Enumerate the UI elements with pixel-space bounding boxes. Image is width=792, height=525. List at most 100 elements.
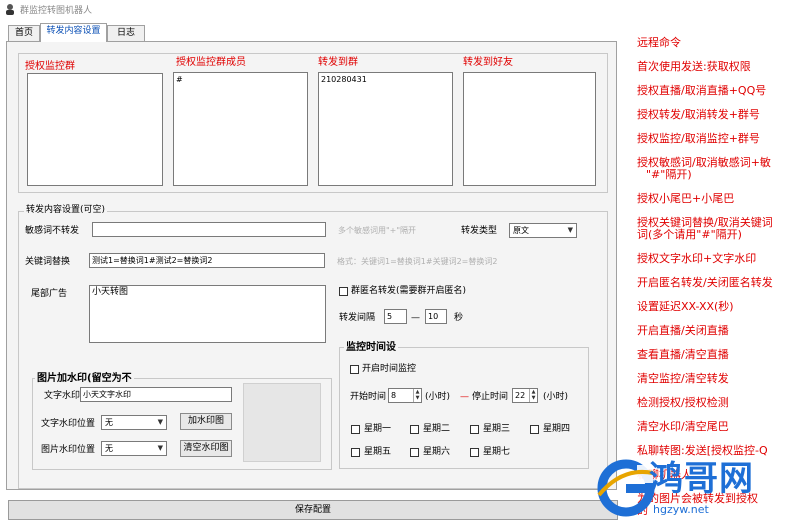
- footer-ad-textarea[interactable]: 小天转图: [89, 285, 326, 343]
- list-item[interactable]: #: [176, 74, 305, 85]
- remote-command-item: 开启匿名转发/关闭匿名转发: [637, 276, 773, 289]
- interval-dash: —: [411, 313, 420, 323]
- text-watermark-input[interactable]: 小天文字水印: [80, 387, 232, 402]
- stop-time-label: 停止时间: [472, 392, 509, 402]
- text-watermark-position-value: 无: [105, 418, 113, 427]
- remote-command-item: 首次使用发送:获取权限: [637, 60, 751, 73]
- save-config-button[interactable]: 保存配置: [8, 500, 618, 520]
- sensitive-words-hint: 多个敏感词用"+"隔开: [338, 226, 417, 235]
- image-watermark-position-label: 图片水印位置: [41, 445, 96, 455]
- day-label: 星期七: [483, 447, 511, 457]
- day-checkbox[interactable]: [351, 425, 360, 434]
- start-time-value: 8: [391, 391, 397, 400]
- tab-log[interactable]: 日志: [107, 25, 145, 41]
- day-checkbox[interactable]: [410, 448, 419, 457]
- stop-time-unit: (小时): [543, 392, 569, 402]
- image-watermark-position-select[interactable]: 无 ▼: [101, 441, 167, 456]
- forward-type-value: 原文: [513, 226, 529, 235]
- sensitive-words-label: 敏感词不转发: [25, 226, 80, 236]
- text-watermark-position-label: 文字水印位置: [41, 419, 96, 429]
- window-title: 群监控转图机器人: [20, 6, 93, 16]
- forward-type-select[interactable]: 原文 ▼: [509, 223, 577, 238]
- start-time-spinner[interactable]: 8 ▲ ▼: [388, 388, 422, 403]
- watermark-brand: 鸿哥网: [649, 459, 754, 499]
- day-label: 星期二: [423, 424, 451, 434]
- remote-command-item: 授权文字水印+文字水印: [637, 252, 757, 265]
- forward-type-label: 转发类型: [461, 226, 498, 236]
- footer-ad-label: 尾部广告: [31, 289, 68, 299]
- stop-time-spinner[interactable]: 22 ▲ ▼: [512, 388, 538, 403]
- auth-monitor-member-label: 授权监控群成员: [176, 57, 246, 68]
- text-watermark-position-select[interactable]: 无 ▼: [101, 415, 167, 430]
- interval-label: 转发间隔: [339, 313, 376, 323]
- clear-watermark-image-button[interactable]: 清空水印图: [180, 440, 232, 457]
- monitor-time-title: 监控时间设: [344, 342, 398, 353]
- stop-time-value: 22: [515, 391, 526, 400]
- remote-command-item: 授权直播/取消直播+QQ号: [637, 84, 767, 97]
- day-label: 星期五: [364, 447, 392, 457]
- remote-command-item: 清空监控/清空转发: [637, 372, 729, 385]
- day-checkbox[interactable]: [410, 425, 419, 434]
- start-time-unit: (小时): [425, 392, 451, 402]
- day-label: 星期三: [483, 424, 511, 434]
- title-bar: 群监控转图机器人: [0, 0, 792, 18]
- interval-unit: 秒: [454, 313, 464, 323]
- chevron-down-icon: ▼: [157, 444, 163, 452]
- forward-to-friend-list[interactable]: [463, 72, 596, 186]
- add-watermark-image-button[interactable]: 加水印图: [180, 413, 232, 430]
- interval-min-input[interactable]: 5: [384, 309, 407, 324]
- site-watermark: 鸿哥网 hgzyw.net: [597, 455, 792, 525]
- remote-command-item: 查看直播/清空直播: [637, 348, 729, 361]
- interval-max-input[interactable]: 10: [425, 309, 447, 324]
- watermark-image-preview[interactable]: [243, 383, 321, 462]
- list-item[interactable]: 210280431: [321, 74, 450, 85]
- auth-monitor-group-list[interactable]: [27, 73, 163, 186]
- sensitive-words-input[interactable]: [92, 222, 326, 237]
- robot-icon: [6, 4, 14, 15]
- anonymous-forward-label: 群匿名转发(需要群开启匿名): [351, 286, 467, 296]
- remote-command-item: 授权监控/取消监控+群号: [637, 132, 760, 145]
- forward-to-friend-label: 转发到好友: [463, 57, 513, 68]
- g-logo-icon: [597, 459, 655, 517]
- remote-command-item: 清空水印/清空尾巴: [637, 420, 729, 433]
- day-checkbox[interactable]: [470, 425, 479, 434]
- day-label: 星期四: [543, 424, 571, 434]
- auth-monitor-member-list[interactable]: #: [173, 72, 308, 186]
- tab-home[interactable]: 首页: [8, 25, 40, 41]
- forward-to-group-list[interactable]: 210280431: [318, 72, 453, 186]
- text-watermark-label: 文字水印: [44, 391, 81, 401]
- anonymous-forward-checkbox[interactable]: [339, 287, 348, 296]
- watermark-title: 图片加水印(留空为不: [35, 373, 134, 384]
- chevron-down-icon: ▼: [567, 226, 573, 234]
- image-watermark-position-value: 无: [105, 444, 113, 453]
- enable-time-monitor-checkbox[interactable]: [350, 365, 359, 374]
- tab-forward-settings[interactable]: 转发内容设置: [40, 23, 107, 42]
- remote-command-item: 检测授权/授权检测: [637, 396, 729, 409]
- time-separator: —: [460, 392, 469, 402]
- spinner-arrows-icon[interactable]: ▲ ▼: [529, 389, 537, 402]
- auth-monitor-group-label: 授权监控群: [25, 61, 75, 72]
- remote-commands-panel: 远程命令 首次使用发送:获取权限 授权直播/取消直播+QQ号 授权转发/取消转发…: [630, 30, 792, 525]
- keyword-replace-input[interactable]: 测试1=替换词1#测试2=替换词2: [89, 253, 325, 268]
- day-checkbox[interactable]: [351, 448, 360, 457]
- chevron-down-icon: ▼: [157, 418, 163, 426]
- remote-command-item: 开启直播/关闭直播: [637, 324, 729, 337]
- forward-to-group-label: 转发到群: [318, 57, 358, 68]
- watermark-url: hgzyw.net: [653, 503, 709, 516]
- remote-command-item: "#"隔开): [646, 168, 692, 181]
- remote-command-item: 授权小尾巴+小尾巴: [637, 192, 735, 205]
- keyword-replace-hint: 格式：关键词1=替换词1#关键词2=替换词2: [337, 257, 498, 266]
- start-time-label: 开始时间: [350, 392, 387, 402]
- remote-command-item: 授权转发/取消转发+群号: [637, 108, 760, 121]
- remote-command-title: 远程命令: [637, 36, 681, 49]
- day-label: 星期六: [423, 447, 451, 457]
- day-label: 星期一: [364, 424, 392, 434]
- enable-time-monitor-label: 开启时间监控: [362, 364, 417, 374]
- spinner-arrows-icon[interactable]: ▲ ▼: [413, 389, 421, 402]
- content-settings-title: 转发内容设置(可空): [24, 205, 108, 216]
- day-checkbox[interactable]: [470, 448, 479, 457]
- day-checkbox[interactable]: [530, 425, 539, 434]
- remote-command-item: 词(多个请用"#"隔开): [637, 228, 742, 241]
- keyword-replace-label: 关键词替换: [25, 257, 71, 267]
- remote-command-item: 设置延迟XX-XX(秒): [637, 300, 734, 313]
